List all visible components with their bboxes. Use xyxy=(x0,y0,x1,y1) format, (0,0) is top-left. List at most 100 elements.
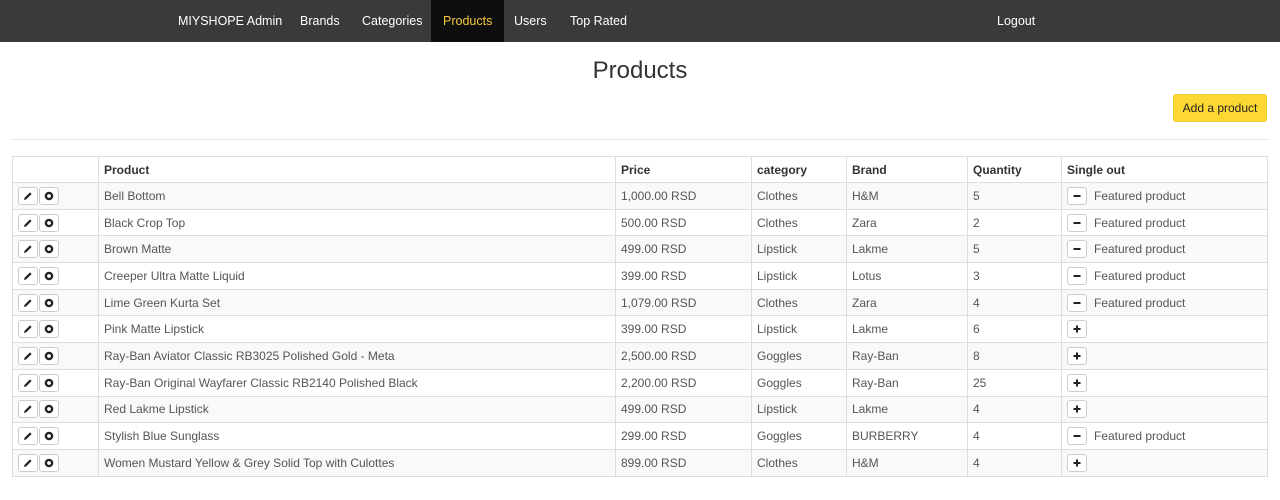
cell-price: 499.00 RSD xyxy=(615,235,752,264)
unfeature-button[interactable] xyxy=(1067,427,1087,446)
cell-product: Brown Matte xyxy=(98,235,616,264)
delete-button[interactable] xyxy=(39,213,59,232)
unfeature-button[interactable] xyxy=(1067,293,1087,312)
cell-category: Lipstick xyxy=(751,395,847,424)
cell-quantity: 5 xyxy=(967,235,1062,264)
cell-single-out xyxy=(1061,448,1268,477)
feature-button[interactable] xyxy=(1067,320,1087,339)
logout-link[interactable]: Logout xyxy=(997,0,1035,42)
cell-brand: Lotus xyxy=(846,262,968,290)
cell-quantity: 4 xyxy=(967,448,1062,477)
cell-brand: H&M xyxy=(846,448,968,477)
cell-single-out: Featured product xyxy=(1061,235,1268,264)
edit-button[interactable] xyxy=(18,240,38,259)
cell-brand: Ray-Ban xyxy=(846,368,968,397)
cell-category: Lipstick xyxy=(751,315,847,344)
header-brand: Brand xyxy=(846,156,968,183)
cell-quantity: 4 xyxy=(967,422,1062,450)
nav-item-products[interactable]: Products xyxy=(431,0,505,42)
featured-label: Featured product xyxy=(1094,295,1186,310)
unfeature-button[interactable] xyxy=(1067,240,1087,259)
nav-item-brands[interactable]: Brands xyxy=(300,0,340,42)
feature-button[interactable] xyxy=(1067,453,1087,472)
cell-product: Lime Green Kurta Set xyxy=(98,288,616,317)
delete-button[interactable] xyxy=(39,240,59,259)
delete-button[interactable] xyxy=(39,427,59,446)
cell-brand: Ray-Ban xyxy=(846,342,968,370)
nav-brand-link[interactable]: MIYSHOPE Admin xyxy=(178,0,282,42)
cell-single-out xyxy=(1061,342,1268,370)
delete-button[interactable] xyxy=(39,266,59,285)
row-actions xyxy=(12,395,99,424)
table-header-row: Product Price category Brand Quantity Si… xyxy=(12,156,1268,183)
delete-button[interactable] xyxy=(39,453,59,472)
cell-product: Bell Bottom xyxy=(98,182,616,210)
delete-button[interactable] xyxy=(39,373,59,392)
table-row: Women Mustard Yellow & Grey Solid Top wi… xyxy=(12,448,1268,477)
table-row: Creeper Ultra Matte Liquid 399.00 RSD Lips… xyxy=(12,262,1268,290)
divider xyxy=(12,139,1268,140)
cell-single-out: Featured product xyxy=(1061,182,1268,210)
edit-button[interactable] xyxy=(18,346,38,365)
cell-quantity: 25 xyxy=(967,368,1062,397)
page-title: Products xyxy=(592,57,688,84)
edit-button[interactable] xyxy=(18,186,38,205)
edit-button[interactable] xyxy=(18,266,38,285)
row-actions xyxy=(12,342,99,370)
featured-label: Featured product xyxy=(1094,429,1186,444)
edit-button[interactable] xyxy=(18,373,38,392)
row-actions xyxy=(12,262,99,290)
header-price: Price xyxy=(615,156,752,183)
row-actions xyxy=(12,368,99,397)
feature-button[interactable] xyxy=(1067,400,1087,419)
delete-button[interactable] xyxy=(39,400,59,419)
cell-single-out xyxy=(1061,395,1268,424)
add-product-button[interactable]: Add a product xyxy=(1173,94,1267,122)
feature-button[interactable] xyxy=(1067,373,1087,392)
header-product: Product xyxy=(98,156,616,183)
cell-quantity: 8 xyxy=(967,342,1062,370)
table-row: Bell Bottom 1,000.00 RSD Clothes H&M 5 Featu… xyxy=(12,182,1268,210)
row-actions xyxy=(12,182,99,210)
table-row: Red Lakme Lipstick 499.00 RSD Lipstick Lakm… xyxy=(12,395,1268,424)
row-actions xyxy=(12,315,99,344)
edit-button[interactable] xyxy=(18,427,38,446)
cell-price: 2,200.00 RSD xyxy=(615,368,752,397)
cell-brand: H&M xyxy=(846,182,968,210)
nav-item-top-rated[interactable]: Top Rated xyxy=(570,0,627,42)
delete-button[interactable] xyxy=(39,186,59,205)
cell-single-out: Featured product xyxy=(1061,262,1268,290)
delete-button[interactable] xyxy=(39,320,59,339)
edit-button[interactable] xyxy=(18,293,38,312)
cell-product: Pink Matte Lipstick xyxy=(98,315,616,344)
cell-category: Goggles xyxy=(751,368,847,397)
cell-brand: BURBERRY xyxy=(846,422,968,450)
row-actions xyxy=(12,422,99,450)
cell-category: Clothes xyxy=(751,182,847,210)
top-navbar: MIYSHOPE Admin Brands Categories Product… xyxy=(0,0,1280,42)
edit-button[interactable] xyxy=(18,213,38,232)
nav-item-users[interactable]: Users xyxy=(514,0,547,42)
cell-category: Goggles xyxy=(751,422,847,450)
cell-product: Stylish Blue Sunglass xyxy=(98,422,616,450)
cell-price: 500.00 RSD xyxy=(615,208,752,237)
header-actions xyxy=(12,156,99,183)
cell-quantity: 5 xyxy=(967,182,1062,210)
edit-button[interactable] xyxy=(18,320,38,339)
cell-single-out xyxy=(1061,315,1268,344)
cell-price: 1,000.00 RSD xyxy=(615,182,752,210)
unfeature-button[interactable] xyxy=(1067,186,1087,205)
table-row: Ray-Ban Aviator Classic RB3025 Polished … xyxy=(12,342,1268,370)
edit-button[interactable] xyxy=(18,400,38,419)
edit-button[interactable] xyxy=(18,453,38,472)
delete-button[interactable] xyxy=(39,346,59,365)
row-actions xyxy=(12,448,99,477)
delete-button[interactable] xyxy=(39,293,59,312)
unfeature-button[interactable] xyxy=(1067,266,1087,285)
cell-product: Red Lakme Lipstick xyxy=(98,395,616,424)
nav-item-categories[interactable]: Categories xyxy=(362,0,422,42)
table-row: Stylish Blue Sunglass 299.00 RSD Goggles BU… xyxy=(12,422,1268,450)
cell-quantity: 4 xyxy=(967,288,1062,317)
feature-button[interactable] xyxy=(1067,346,1087,365)
unfeature-button[interactable] xyxy=(1067,213,1087,232)
